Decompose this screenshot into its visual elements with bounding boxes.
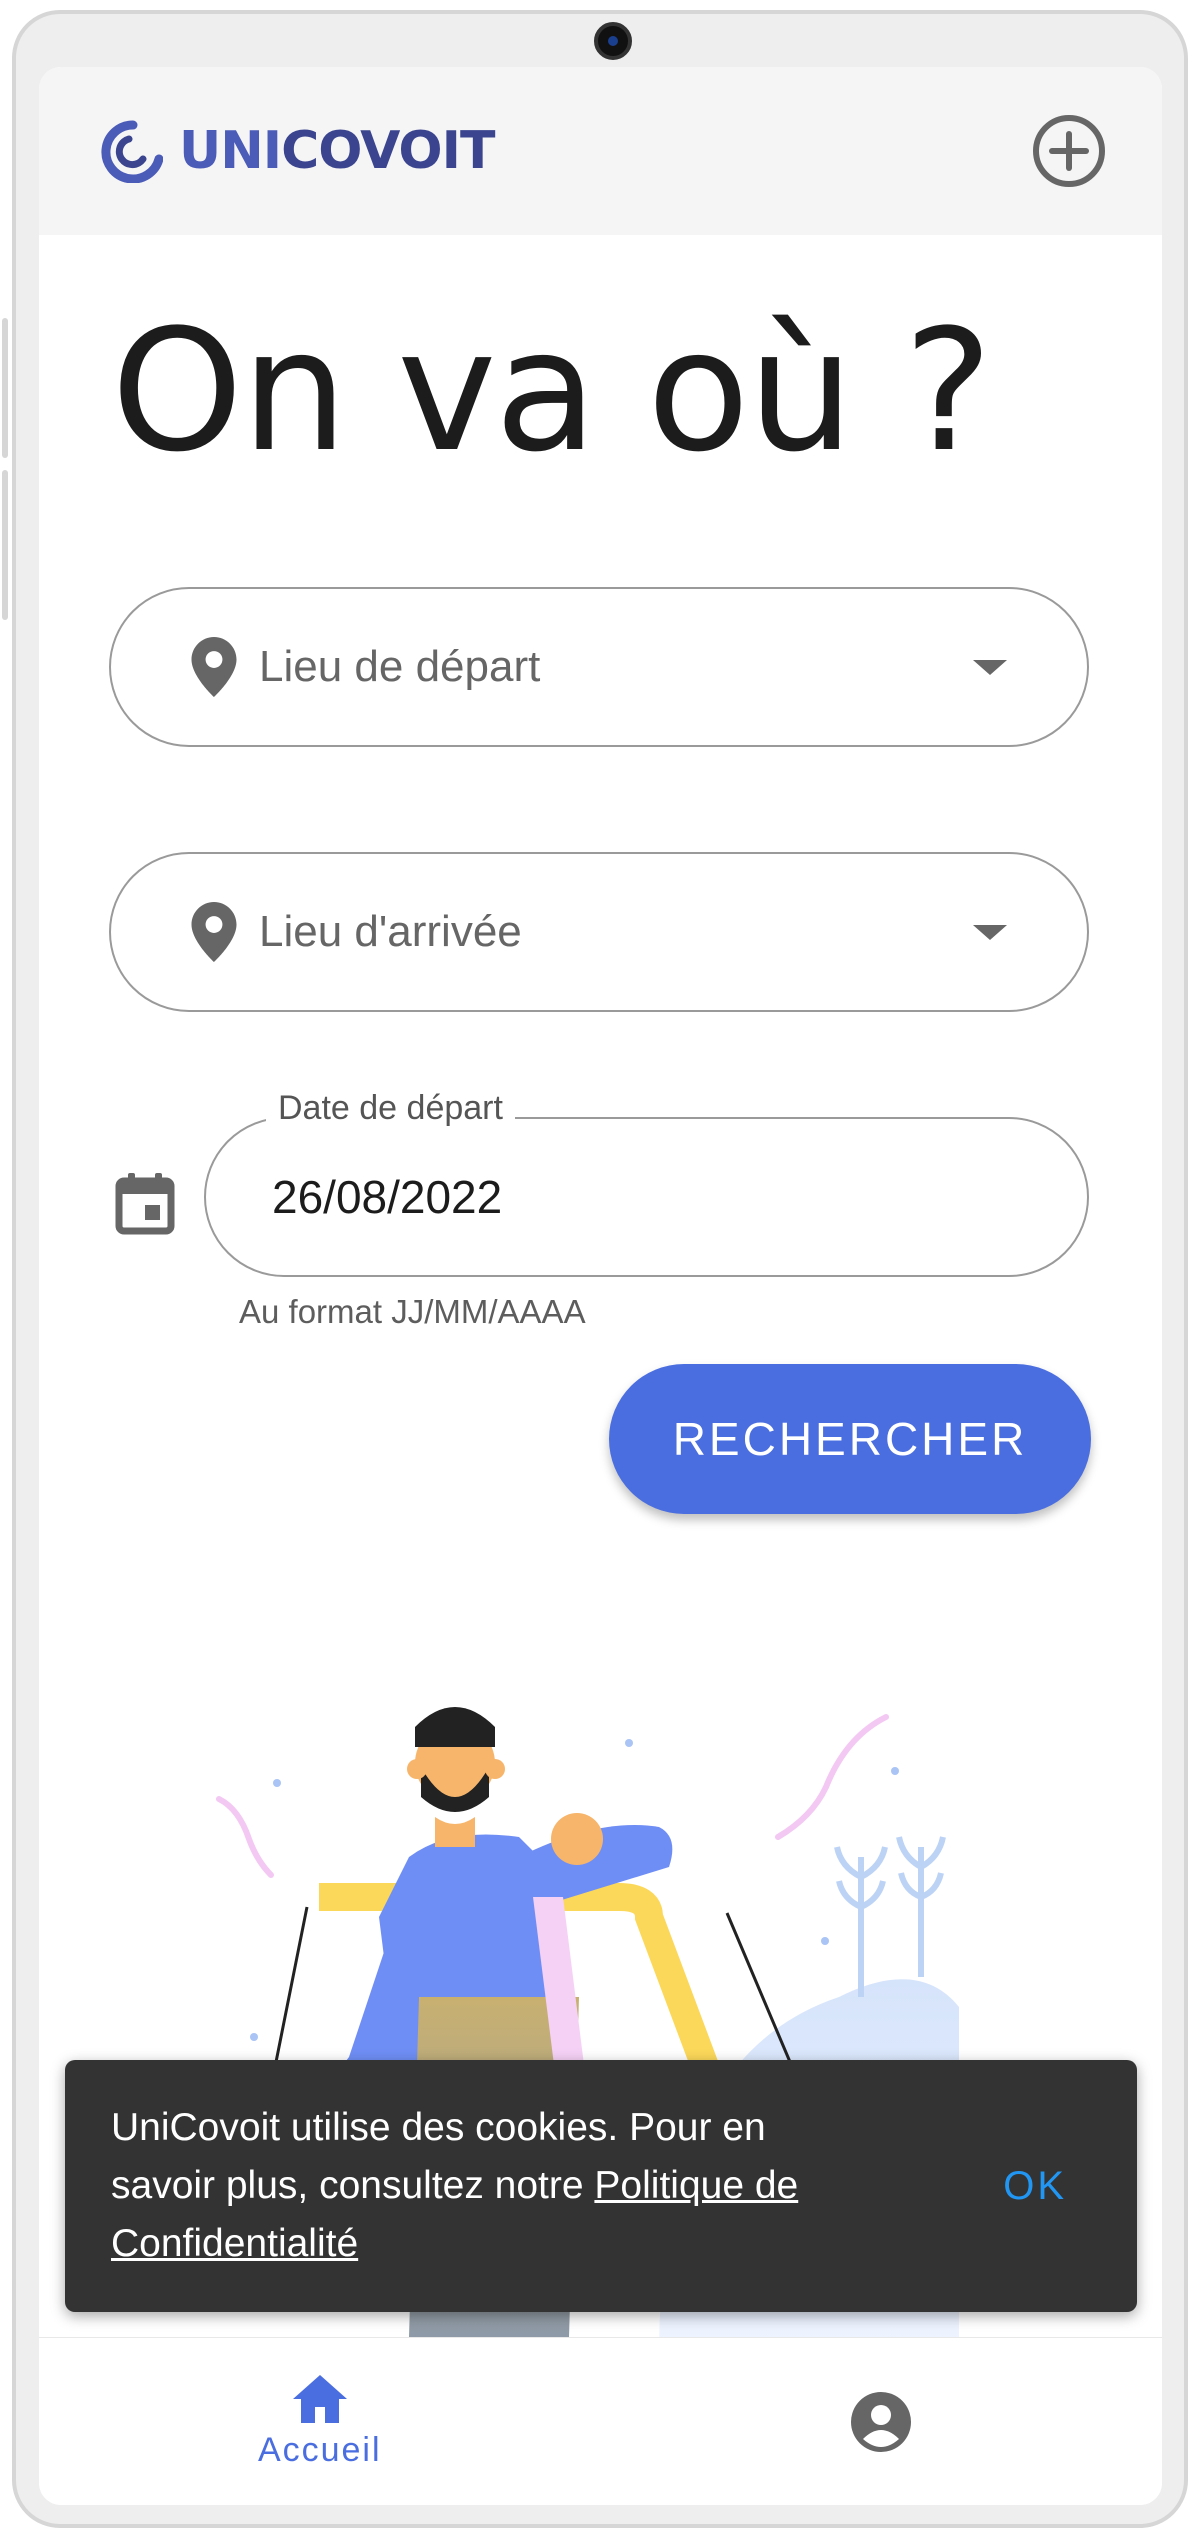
departure-placeholder: Lieu de départ <box>259 642 541 691</box>
chevron-down-icon[interactable] <box>973 924 1007 940</box>
arrival-select[interactable]: Lieu d'arrivée <box>109 852 1089 1012</box>
volume-up-button <box>2 318 8 458</box>
location-pin-icon <box>191 902 237 962</box>
app-header: UNICOVOIT <box>39 67 1162 235</box>
add-circle-icon[interactable] <box>1030 112 1108 190</box>
departure-select[interactable]: Lieu de départ <box>109 587 1089 747</box>
calendar-icon[interactable] <box>115 1171 175 1235</box>
brand-logo[interactable]: UNICOVOIT <box>99 119 495 183</box>
departure-date-input[interactable]: Date de départ 26/08/2022 <box>204 1089 1089 1277</box>
date-helper-text: Au format JJ/MM/AAAA <box>239 1293 586 1330</box>
bottom-navigation: Accueil <box>39 2337 1162 2505</box>
date-field-label: Date de départ <box>266 1089 515 1128</box>
cookie-message: UniCovoit utilise des cookies. Pour en s… <box>111 2106 799 2265</box>
nav-item-home-label: Accueil <box>257 2431 382 2469</box>
nav-item-home[interactable]: Accueil <box>39 2338 601 2505</box>
date-value[interactable]: 26/08/2022 <box>272 1170 502 1224</box>
logo-mark-icon <box>101 120 163 183</box>
location-pin-icon <box>191 637 237 697</box>
volume-down-button <box>2 470 8 620</box>
cookie-snackbar: UniCovoit utilise des cookies. Pour en s… <box>65 2060 1137 2312</box>
cookie-ok-button[interactable]: OK <box>1003 2164 1067 2209</box>
arrival-placeholder: Lieu d'arrivée <box>259 907 522 956</box>
brand-name: UNICOVOIT <box>179 121 495 181</box>
front-camera <box>594 22 632 60</box>
nav-item-account[interactable] <box>601 2338 1163 2505</box>
app-screen: UNICOVOIT On va où ? Lieu de départ Lieu… <box>39 67 1162 2505</box>
page-title: On va où ? <box>111 293 993 489</box>
chevron-down-icon[interactable] <box>973 659 1007 675</box>
home-icon <box>292 2375 347 2423</box>
account-circle-icon <box>851 2391 912 2452</box>
search-button[interactable]: RECHERCHER <box>609 1364 1091 1514</box>
